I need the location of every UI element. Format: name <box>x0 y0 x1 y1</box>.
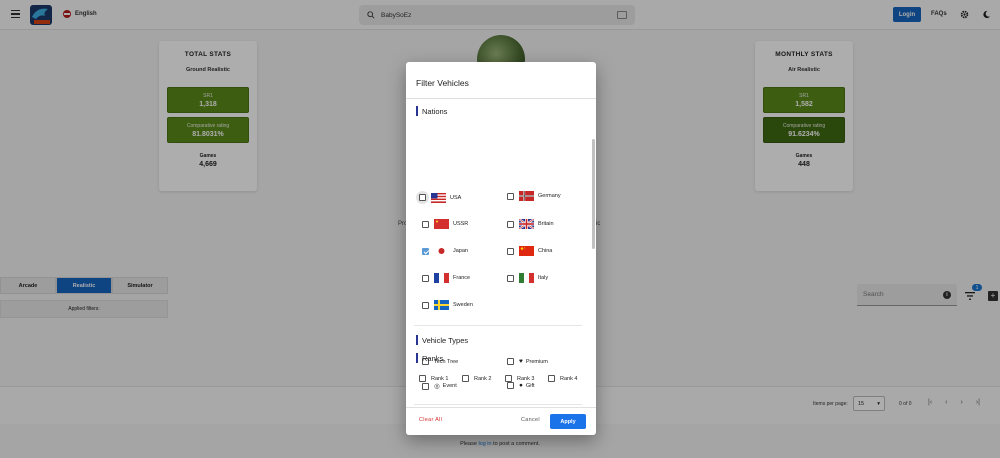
ranks-heading: Ranks <box>416 353 443 363</box>
nation-option-sweden[interactable]: Sweden <box>422 300 473 310</box>
rank-label: Rank 2 <box>474 375 492 382</box>
rank-checkbox[interactable] <box>505 375 512 382</box>
nation-checkbox-china[interactable] <box>507 247 514 255</box>
nation-label: USA <box>450 194 462 201</box>
china-flag-icon <box>519 246 534 256</box>
nation-label: China <box>538 248 553 254</box>
type-checkbox[interactable] <box>507 382 514 389</box>
type-label: Premium <box>525 358 548 365</box>
germany-flag-icon <box>519 191 534 201</box>
dialog-title: Filter Vehicles <box>416 78 469 88</box>
type-label: Gift <box>525 382 535 389</box>
divider <box>414 325 582 326</box>
ussr-flag-icon <box>434 219 449 229</box>
sweden-flag-icon <box>434 300 449 310</box>
type-label: Event <box>442 383 457 389</box>
divider <box>414 404 582 405</box>
nation-option-france[interactable]: France <box>422 273 470 283</box>
gift-icon: ● <box>519 382 523 389</box>
nation-option-ussr[interactable]: USSR <box>422 219 468 229</box>
italy-flag-icon <box>519 273 534 283</box>
nation-checkbox-france[interactable] <box>422 274 429 282</box>
nation-checkbox-sweden[interactable] <box>422 301 429 309</box>
type-checkbox[interactable] <box>507 358 514 365</box>
clear-all-button[interactable]: Clear All <box>419 417 442 423</box>
nations-heading: Nations <box>416 106 447 116</box>
nation-checkbox-italy[interactable] <box>507 274 514 282</box>
japan-flag-icon <box>434 246 449 256</box>
rank-option-4[interactable]: Rank 4 <box>548 375 577 382</box>
nation-label: France <box>453 275 471 281</box>
nation-option-usa[interactable]: USA <box>416 191 462 204</box>
nation-label: Britain <box>538 221 554 227</box>
nation-checkbox-britain[interactable] <box>507 220 514 228</box>
type-option-event[interactable]: ◎ Event <box>422 382 457 390</box>
britain-flag-icon <box>519 219 534 229</box>
rank-option-2[interactable]: Rank 2 <box>462 375 491 382</box>
rank-checkbox[interactable] <box>419 375 426 382</box>
scrollbar[interactable] <box>592 139 595 249</box>
rank-label: Rank 3 <box>517 375 535 382</box>
filter-vehicles-dialog: Filter Vehicles Nations USA Germany USSR… <box>406 62 596 435</box>
nation-checkbox-usa[interactable] <box>419 194 426 201</box>
type-checkbox[interactable] <box>422 382 429 390</box>
type-option-gift[interactable]: ● Gift <box>507 382 535 389</box>
nation-label: Sweden <box>453 302 473 308</box>
france-flag-icon <box>434 273 449 283</box>
nation-option-britain[interactable]: Britain <box>507 219 554 229</box>
cancel-button[interactable]: Cancel <box>521 417 540 423</box>
usa-flag-icon <box>431 192 446 203</box>
nation-checkbox-ussr[interactable] <box>422 220 429 228</box>
rank-checkbox[interactable] <box>462 375 469 382</box>
rank-option-1[interactable]: Rank 1 <box>419 375 448 382</box>
nation-checkbox-germany[interactable] <box>507 192 514 200</box>
nation-option-japan[interactable]: Japan <box>422 246 468 256</box>
premium-icon: ♥ <box>519 358 523 365</box>
nation-option-china[interactable]: China <box>507 246 552 256</box>
nation-label: Italy <box>538 275 549 281</box>
divider <box>406 407 596 408</box>
nation-label: Japan <box>453 248 468 254</box>
nation-checkbox-japan[interactable] <box>422 247 429 255</box>
nation-option-italy[interactable]: Italy <box>507 273 548 283</box>
vehicle-types-heading: Vehicle Types <box>416 335 468 345</box>
nation-label: Germany <box>538 193 561 199</box>
type-option-premium[interactable]: ♥ Premium <box>507 358 548 365</box>
nation-option-germany[interactable]: Germany <box>507 191 561 201</box>
rank-label: Rank 4 <box>560 375 578 382</box>
event-icon: ◎ <box>434 383 440 390</box>
nation-label: USSR <box>453 221 469 227</box>
rank-checkbox[interactable] <box>548 375 555 382</box>
rank-label: Rank 1 <box>431 375 449 382</box>
rank-option-3[interactable]: Rank 3 <box>505 375 534 382</box>
apply-button[interactable]: Apply <box>550 414 586 429</box>
